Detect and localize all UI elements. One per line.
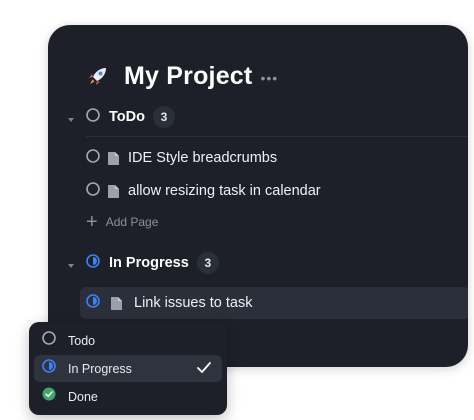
divider [86,136,468,137]
add-page-button[interactable]: + Add Page [86,211,159,233]
document-icon [107,151,120,166]
page-title: My Project [124,61,253,90]
status-todo-icon [86,107,100,127]
status-in-progress-icon [42,359,56,378]
project-panel: My Project ••• ToDo 3 IDE Style breadcru… [48,25,468,367]
status-done-icon [42,387,56,406]
task-row[interactable]: allow resizing task in calendar [86,180,321,202]
group-label: In Progress [109,255,189,271]
document-icon [107,184,120,199]
count-badge: 3 [196,252,219,274]
task-title: Link issues to task [134,295,253,311]
more-options-icon[interactable]: ••• [260,66,278,86]
status-in-progress-icon [86,253,100,273]
task-title: IDE Style breadcrumbs [128,150,278,166]
group-header-in-progress[interactable]: In Progress 3 [66,251,219,275]
chevron-down-icon[interactable] [66,112,76,122]
stage: My Project ••• ToDo 3 IDE Style breadcru… [0,0,474,420]
menu-item-in-progress[interactable]: In Progress [34,355,222,382]
status-in-progress-icon[interactable] [86,293,100,313]
checkmark-icon [196,361,212,380]
menu-item-label: Done [68,389,98,404]
chevron-down-icon[interactable] [66,258,76,268]
status-todo-icon[interactable] [86,181,100,201]
menu-item-todo[interactable]: Todo [34,327,222,354]
group-label: ToDo [109,109,145,125]
count-badge: 3 [152,106,175,128]
status-todo-icon [42,331,56,350]
rocket-icon [86,64,110,88]
menu-item-label: Todo [68,333,96,348]
plus-icon: + [86,211,98,233]
add-page-label: Add Page [105,215,159,229]
status-todo-icon[interactable] [86,148,100,168]
task-row[interactable]: Link issues to task [86,292,252,314]
group-header-todo[interactable]: ToDo 3 [66,105,175,129]
document-icon [110,296,123,311]
project-header: My Project ••• [86,60,278,92]
task-title: allow resizing task in calendar [128,183,321,199]
menu-item-done[interactable]: Done [34,383,222,410]
menu-item-label: In Progress [68,361,132,376]
status-dropdown-menu: Todo In Progress Done [29,322,227,415]
task-row[interactable]: IDE Style breadcrumbs [86,147,277,169]
